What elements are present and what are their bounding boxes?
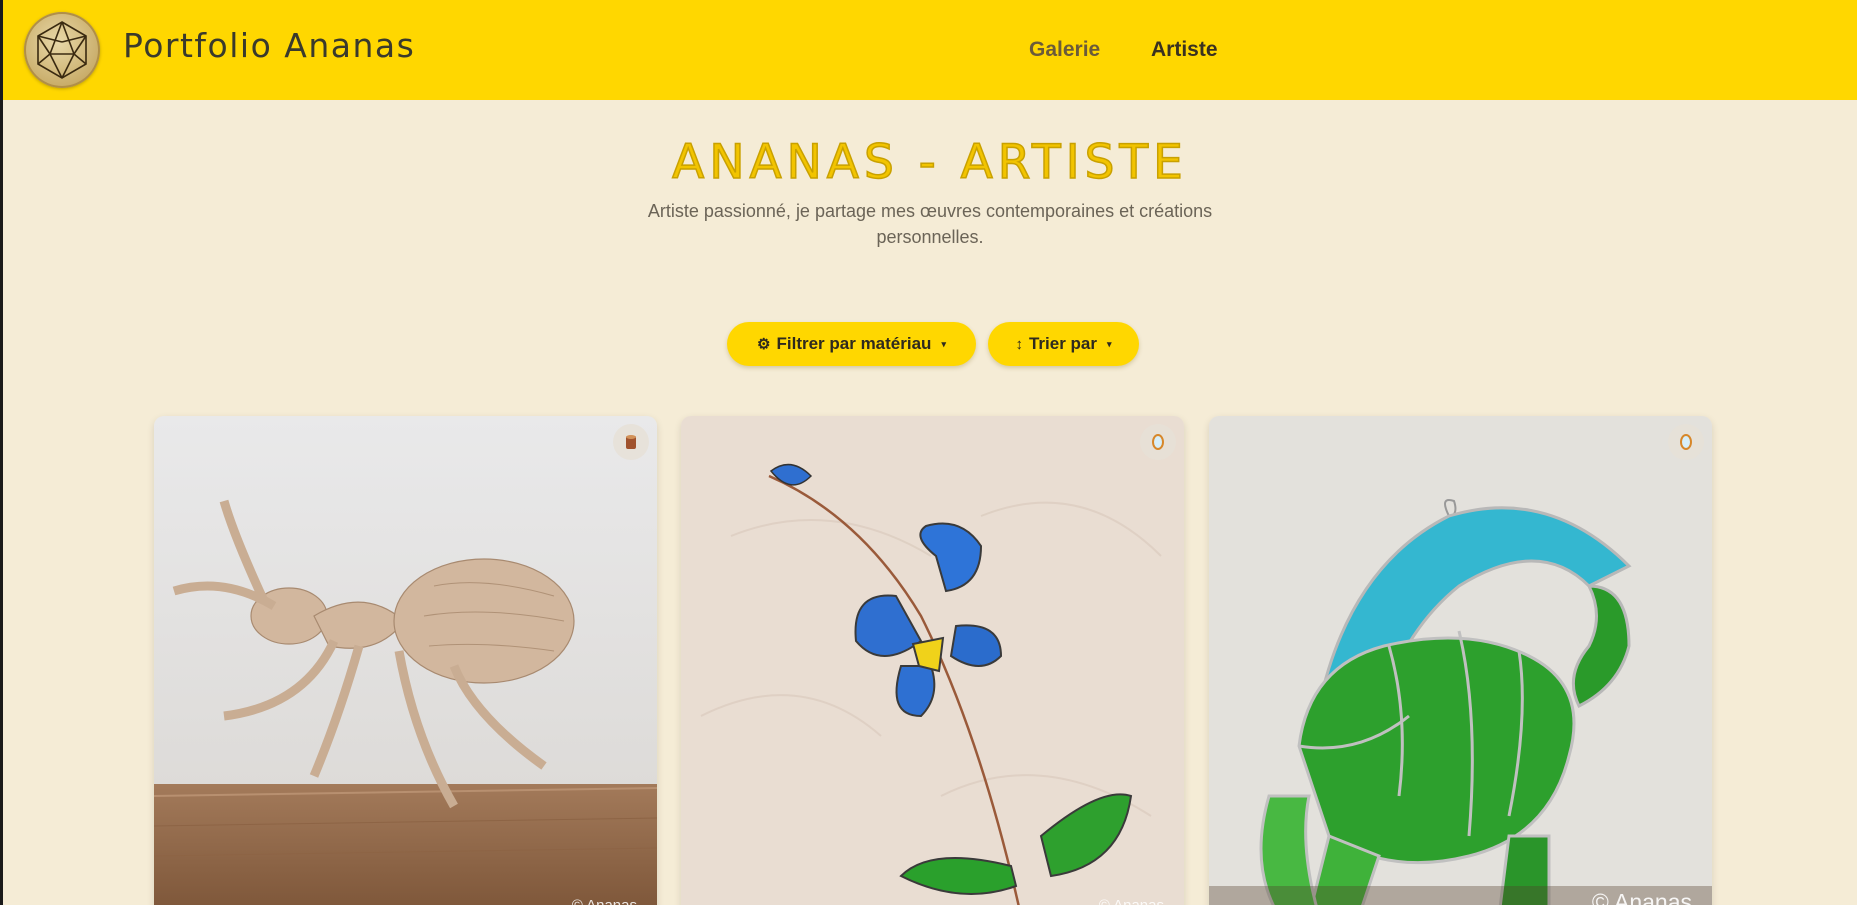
- filter-material-label: Filtrer par matériau: [776, 334, 932, 353]
- sort-arrows-icon: ↕: [1015, 335, 1023, 353]
- caret-down-icon: ▾: [1107, 338, 1112, 349]
- page: Portfolio Ananas Galerie Artiste ANANAS …: [0, 0, 1857, 905]
- site-header: Portfolio Ananas Galerie Artiste: [3, 0, 1857, 100]
- site-brand[interactable]: Portfolio Ananas: [123, 26, 415, 65]
- filter-material-button[interactable]: ⚙ Filtrer par matériau ▾: [727, 322, 976, 366]
- artwork-image-flower: [681, 416, 1184, 905]
- page-subtitle: Artiste passionné, je partage mes œuvres…: [647, 201, 1213, 247]
- mirror-icon: [1140, 424, 1176, 460]
- copyright-watermark: © Ananas: [572, 897, 637, 905]
- nav-link-galerie[interactable]: Galerie: [1029, 38, 1100, 62]
- artwork-image-dinosaur: [1209, 416, 1712, 905]
- copyright-watermark: © Ananas: [1099, 897, 1164, 905]
- nav-link-artiste[interactable]: Artiste: [1151, 38, 1218, 62]
- sort-label: Trier par: [1028, 334, 1097, 353]
- wood-log-icon: [613, 424, 649, 460]
- caret-down-icon: ▾: [941, 338, 946, 349]
- copyright-watermark: © Ananas: [1591, 889, 1692, 905]
- mirror-icon: [1668, 424, 1704, 460]
- logo-icon[interactable]: [24, 12, 100, 88]
- artwork-image-ant: [154, 416, 657, 905]
- gear-icon: ⚙: [757, 336, 771, 353]
- artwork-card[interactable]: © Ananas: [154, 416, 657, 905]
- sort-button[interactable]: ↕ Trier par ▾: [988, 322, 1139, 366]
- page-title: ANANAS - ARTISTE: [671, 134, 1188, 191]
- artwork-card[interactable]: © Ananas: [681, 416, 1184, 905]
- artwork-card[interactable]: © Ananas: [1209, 416, 1712, 905]
